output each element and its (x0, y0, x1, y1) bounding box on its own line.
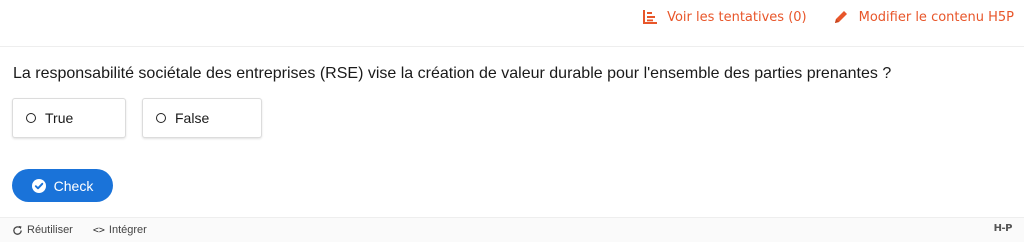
radio-circle-icon (156, 113, 166, 123)
top-actions-bar: Voir les tentatives (0) Modifier le cont… (617, 0, 1024, 34)
answer-false-option[interactable]: False (142, 98, 262, 138)
answer-false-label: False (175, 110, 210, 126)
header-divider (0, 46, 1024, 47)
pencil-icon (834, 11, 847, 23)
bar-chart-icon (643, 10, 658, 24)
footer-bar: Réutiliser <> Intégrer H-P (0, 217, 1024, 242)
edit-content-label: Modifier le contenu H5P (858, 9, 1014, 25)
code-icon: <> (92, 224, 105, 236)
answer-true-label: True (45, 110, 74, 126)
h5p-logo[interactable]: H-P (994, 223, 1013, 234)
reuse-label: Réutiliser (27, 224, 73, 236)
view-attempts-link[interactable]: Voir les tentatives (0) (643, 10, 807, 25)
radio-circle-icon (26, 113, 36, 123)
edit-content-link[interactable]: Modifier le contenu H5P (833, 9, 1014, 25)
h5p-true-false-page: Voir les tentatives (0) Modifier le cont… (0, 0, 1024, 245)
check-button-label: Check (53, 177, 94, 194)
embed-label: Intégrer (108, 224, 147, 236)
refresh-icon (13, 225, 22, 235)
check-button[interactable]: Check (12, 169, 113, 202)
embed-button[interactable]: <> Intégrer (93, 224, 147, 236)
view-attempts-label: Voir les tentatives (0) (667, 9, 807, 25)
answer-true-option[interactable]: True (12, 98, 126, 138)
question-text: La responsabilité sociétale des entrepri… (13, 65, 892, 82)
reuse-button[interactable]: Réutiliser (12, 224, 73, 236)
check-circle-icon (31, 178, 46, 193)
answer-options: True False (12, 98, 278, 138)
